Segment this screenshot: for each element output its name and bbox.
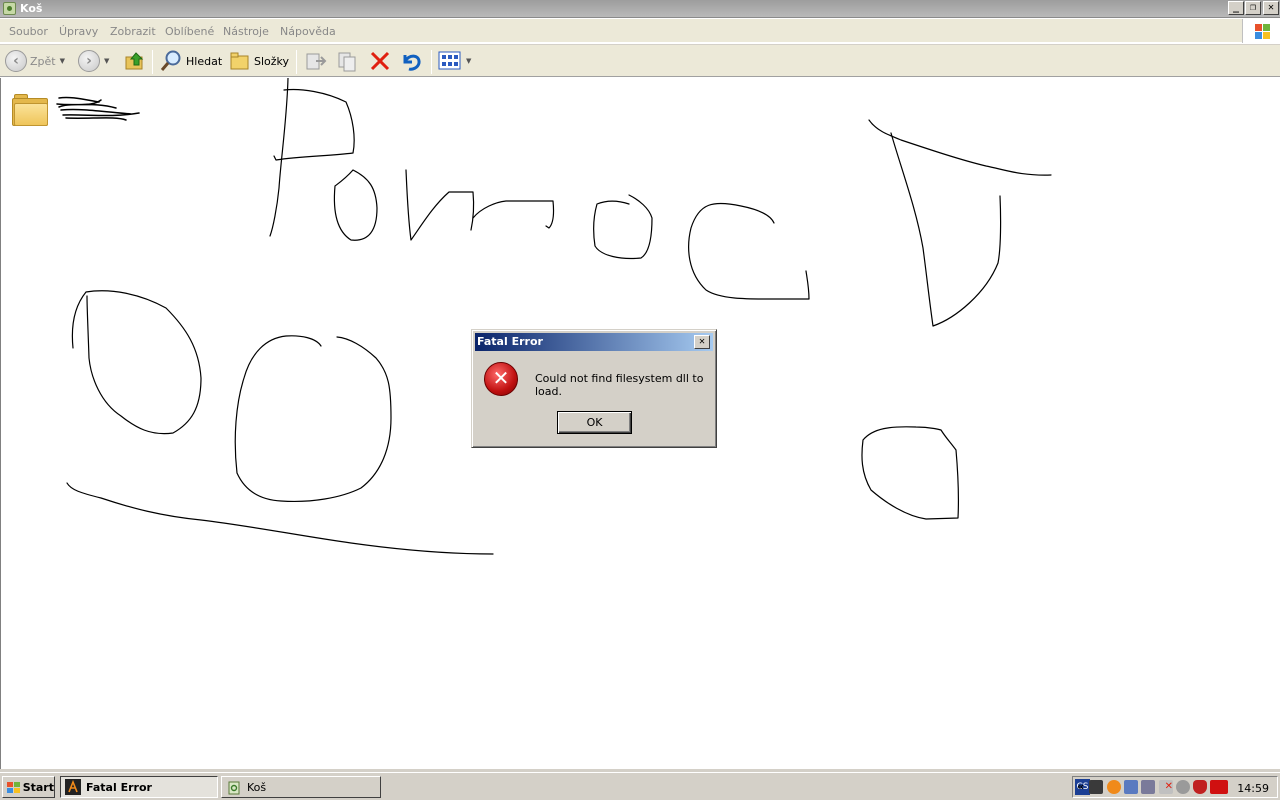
close-window-button[interactable]: ✕	[1263, 1, 1279, 15]
toolbar: ‹ Zpět ▼ › ▼ Hledat Složky ▼	[0, 44, 1280, 77]
copy-to-icon	[338, 52, 356, 72]
back-button[interactable]: ‹ Zpět ▼	[5, 48, 65, 74]
task-kos[interactable]: Koš	[221, 776, 381, 798]
menu-zobrazit[interactable]: Zobrazit	[110, 25, 156, 38]
forward-arrow-icon: ›	[78, 50, 100, 72]
minimize-button[interactable]: _	[1228, 1, 1244, 15]
back-label: Zpět	[30, 54, 56, 68]
delete-button[interactable]	[369, 48, 391, 74]
task-fatal-error[interactable]: Fatal Error	[60, 776, 218, 798]
toolbar-separator	[431, 50, 432, 74]
window-title: Koš	[20, 2, 43, 15]
move-to-button[interactable]	[304, 48, 328, 74]
steam-icon[interactable]	[1089, 780, 1103, 794]
windows-flag-icon	[6, 781, 20, 794]
volume-muted-icon[interactable]: ✕	[1159, 780, 1173, 794]
dialog-titlebar[interactable]: Fatal Error ✕	[475, 333, 713, 351]
half-life-icon	[65, 779, 81, 795]
views-icon	[438, 51, 461, 70]
search-button[interactable]: Hledat	[159, 48, 222, 74]
display-icon[interactable]	[1141, 780, 1155, 794]
move-to-icon	[306, 53, 327, 70]
recycle-bin-icon	[228, 781, 240, 795]
back-dropdown-icon[interactable]: ▼	[60, 57, 65, 65]
antivirus-shield-icon[interactable]	[1193, 780, 1207, 794]
menu-nastroje[interactable]: Nástroje	[223, 25, 269, 38]
task-label: Koš	[247, 780, 267, 794]
folders-label: Složky	[254, 54, 290, 68]
up-folder-icon	[125, 52, 144, 70]
firefox-icon[interactable]	[1107, 780, 1121, 794]
dialog-close-button[interactable]: ✕	[694, 335, 710, 349]
task-label: Fatal Error	[86, 780, 152, 794]
folders-icon	[230, 52, 249, 70]
dialog-title: Fatal Error	[477, 335, 543, 348]
windows-logo-icon	[1242, 19, 1280, 43]
start-button[interactable]: Start	[2, 776, 55, 798]
copy-to-button[interactable]	[336, 48, 360, 74]
tray-expand-button[interactable]: «	[1077, 780, 1084, 793]
search-label: Hledat	[186, 54, 223, 68]
toolbar-separator	[296, 50, 297, 74]
menu-upravy[interactable]: Úpravy	[59, 25, 98, 38]
undo-button[interactable]	[400, 48, 424, 74]
error-icon: ✕	[484, 362, 518, 396]
search-icon	[160, 50, 181, 71]
menu-soubor[interactable]: Soubor	[9, 25, 48, 38]
system-tray: « ✕ 14:59	[1072, 776, 1278, 798]
taskbar: Start Fatal Error Koš CS « ✕ 14:59	[0, 772, 1280, 800]
update-icon[interactable]	[1176, 780, 1190, 794]
forward-dropdown-icon[interactable]: ▼	[104, 57, 109, 65]
recycle-bin-icon	[3, 2, 16, 15]
delete-icon	[370, 51, 390, 71]
toolbar-separator	[152, 50, 153, 74]
views-dropdown-icon[interactable]: ▼	[466, 57, 471, 65]
window-titlebar[interactable]: Koš _ ❐ ✕	[0, 0, 1280, 18]
clock: 14:59	[1237, 782, 1269, 795]
start-label: Start	[22, 780, 54, 794]
views-button[interactable]: ▼	[438, 48, 471, 74]
ok-button[interactable]: OK	[557, 411, 632, 434]
menu-oblibene[interactable]: Oblíbené	[165, 25, 214, 38]
network-icon[interactable]	[1124, 780, 1138, 794]
restore-button[interactable]: ❐	[1245, 1, 1261, 15]
back-arrow-icon: ‹	[5, 50, 27, 72]
undo-icon	[403, 54, 421, 71]
ati-icon[interactable]	[1210, 780, 1228, 794]
menu-bar: Soubor Úpravy Zobrazit Oblíbené Nástroje…	[0, 19, 1280, 43]
fatal-error-dialog[interactable]: Fatal Error ✕ ✕ Could not find filesyste…	[471, 329, 717, 448]
dialog-message: Could not find filesystem dll to load.	[535, 372, 704, 398]
forward-button[interactable]: › ▼	[78, 48, 109, 74]
menu-napoveda[interactable]: Nápověda	[280, 25, 336, 38]
folders-button[interactable]: Složky	[229, 48, 289, 74]
up-folder-button[interactable]	[124, 48, 146, 74]
